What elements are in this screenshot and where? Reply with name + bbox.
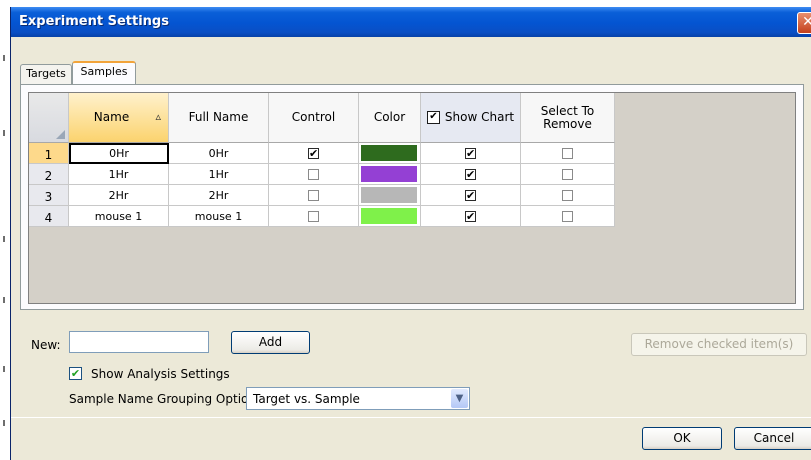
- column-header-label: Color: [373, 110, 406, 124]
- row-number[interactable]: 3: [29, 185, 69, 206]
- sample-full-name-cell[interactable]: 0Hr: [169, 143, 269, 164]
- edge-tick: [3, 297, 5, 303]
- sample-full-name-cell[interactable]: 1Hr: [169, 164, 269, 185]
- show-chart-cell: ✔: [421, 185, 521, 206]
- left-edge-strip: [0, 0, 10, 460]
- sample-name-cell[interactable]: 1Hr: [69, 164, 169, 185]
- dialog-title: Experiment Settings: [19, 14, 169, 29]
- control-checkbox[interactable]: [308, 168, 319, 180]
- sample-full-name-cell[interactable]: mouse 1: [169, 206, 269, 227]
- samples-grid: Name ▵ Full Name Control Color ✔ Show Ch…: [28, 92, 796, 304]
- color-cell[interactable]: [359, 185, 421, 206]
- color-swatch: [361, 166, 417, 182]
- new-sample-input[interactable]: [69, 331, 209, 353]
- column-header-label: Control: [291, 110, 336, 124]
- new-label: New:: [31, 338, 61, 352]
- color-swatch: [361, 187, 417, 203]
- control-checkbox[interactable]: [308, 189, 319, 201]
- chevron-down-icon[interactable]: ▼: [451, 389, 468, 408]
- color-swatch: [361, 145, 417, 161]
- show-chart-all-checkbox[interactable]: ✔: [426, 111, 440, 124]
- add-button[interactable]: Add: [231, 331, 310, 354]
- cancel-button[interactable]: Cancel: [734, 427, 811, 450]
- select-to-remove-cell: [521, 185, 615, 206]
- column-header-label: Show Chart: [444, 110, 515, 124]
- show-chart-checkbox[interactable]: ✔: [465, 168, 476, 180]
- grouping-option-label: Sample Name Grouping Option:: [69, 392, 261, 406]
- control-cell: ✔: [269, 143, 359, 164]
- column-header-control[interactable]: Control: [269, 93, 359, 143]
- edge-tick: [3, 130, 5, 136]
- show-chart-cell: ✔: [421, 164, 521, 185]
- column-header-label: Full Name: [188, 110, 249, 124]
- close-icon[interactable]: ✕: [797, 12, 811, 34]
- row-number[interactable]: 2: [29, 164, 69, 185]
- grid-corner-cell[interactable]: [29, 93, 69, 143]
- control-cell: [269, 164, 359, 185]
- select-to-remove-checkbox[interactable]: [562, 147, 573, 159]
- edge-tick: [3, 366, 5, 372]
- show-chart-checkbox[interactable]: ✔: [465, 210, 476, 222]
- tab-samples[interactable]: Samples: [72, 61, 136, 85]
- ok-button[interactable]: OK: [642, 427, 722, 450]
- column-header-show-chart[interactable]: ✔ Show Chart: [421, 93, 521, 143]
- show-chart-cell: ✔: [421, 206, 521, 227]
- column-header-select-to-remove[interactable]: Select To Remove: [521, 93, 615, 143]
- remove-checked-items-button[interactable]: Remove checked item(s): [631, 333, 807, 356]
- grouping-option-select[interactable]: Target vs. Sample ▼: [246, 387, 470, 410]
- column-header-full-name[interactable]: Full Name: [169, 93, 269, 143]
- select-to-remove-checkbox[interactable]: [562, 189, 573, 201]
- samples-tab-page: Name ▵ Full Name Control Color ✔ Show Ch…: [20, 84, 804, 310]
- edge-tick: [3, 236, 5, 242]
- show-chart-checkbox[interactable]: ✔: [465, 147, 476, 159]
- grouping-option-value: Target vs. Sample: [253, 392, 360, 406]
- row-number[interactable]: 4: [29, 206, 69, 227]
- select-to-remove-cell: [521, 206, 615, 227]
- sample-full-name-cell[interactable]: 2Hr: [169, 185, 269, 206]
- show-chart-checkbox[interactable]: ✔: [465, 189, 476, 201]
- row-number[interactable]: 1: [29, 143, 69, 164]
- show-analysis-settings-checkbox[interactable]: ✔: [69, 367, 82, 380]
- select-all-icon: [56, 130, 65, 139]
- select-to-remove-cell: [521, 143, 615, 164]
- column-header-label: Name: [93, 110, 130, 124]
- column-header-label: Select To Remove: [540, 103, 595, 131]
- control-cell: [269, 185, 359, 206]
- color-swatch: [361, 208, 417, 224]
- edge-tick: [3, 55, 5, 61]
- edge-tick: [3, 420, 5, 426]
- show-chart-cell: ✔: [421, 143, 521, 164]
- tab-targets[interactable]: Targets: [20, 64, 72, 84]
- color-cell[interactable]: [359, 164, 421, 185]
- divider: [11, 417, 811, 418]
- column-header-name[interactable]: Name ▵: [69, 93, 169, 143]
- title-bar[interactable]: Experiment Settings ✕: [11, 7, 811, 37]
- sample-name-cell[interactable]: mouse 1: [69, 206, 169, 227]
- select-to-remove-cell: [521, 164, 615, 185]
- column-header-color[interactable]: Color: [359, 93, 421, 143]
- sample-name-cell[interactable]: 0Hr: [69, 143, 169, 164]
- sort-ascending-icon: ▵: [155, 110, 161, 123]
- sample-name-cell[interactable]: 2Hr: [69, 185, 169, 206]
- control-cell: [269, 206, 359, 227]
- select-to-remove-checkbox[interactable]: [562, 210, 573, 222]
- show-analysis-settings-label[interactable]: Show Analysis Settings: [91, 367, 230, 381]
- experiment-settings-dialog: Experiment Settings ✕ Targets Samples Na…: [10, 7, 811, 460]
- control-checkbox[interactable]: ✔: [308, 147, 319, 159]
- color-cell[interactable]: [359, 143, 421, 164]
- control-checkbox[interactable]: [308, 210, 319, 222]
- select-to-remove-checkbox[interactable]: [562, 168, 573, 180]
- color-cell[interactable]: [359, 206, 421, 227]
